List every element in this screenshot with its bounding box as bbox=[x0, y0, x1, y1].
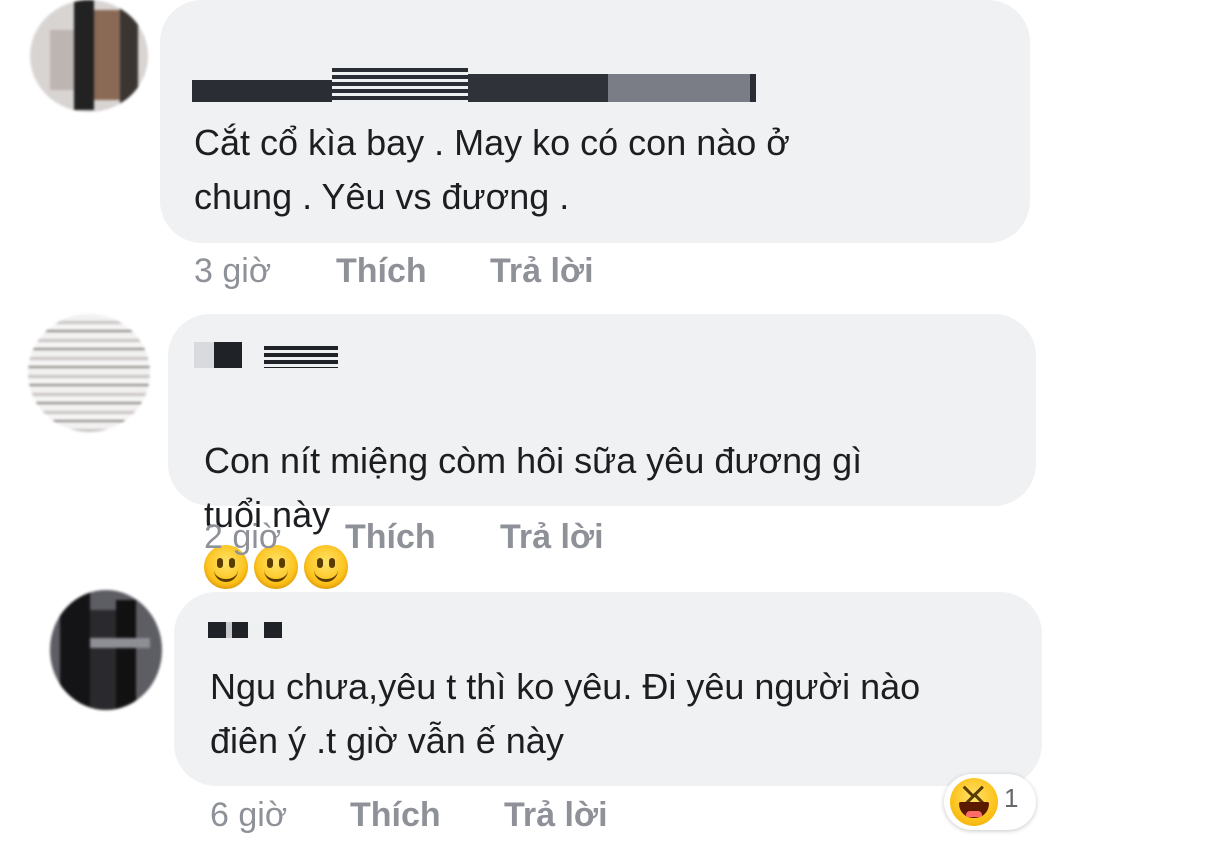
reply-button[interactable]: Trả lời bbox=[500, 518, 604, 557]
comment-time[interactable]: 6 giờ bbox=[210, 796, 287, 835]
avatar[interactable] bbox=[30, 0, 148, 112]
redacted-author-name[interactable] bbox=[208, 622, 282, 638]
comment-text: Ngu chưa,yêu t thì ko yêu. Đi yêu người … bbox=[210, 666, 921, 761]
reply-button[interactable]: Trả lời bbox=[490, 252, 594, 291]
redacted-author-name-part bbox=[468, 74, 608, 102]
comment-bubble: Ngu chưa,yêu t thì ko yêu. Đi yêu người … bbox=[174, 592, 1042, 786]
reply-button[interactable]: Trả lời bbox=[504, 796, 608, 835]
laughing-face-icon bbox=[950, 778, 998, 826]
avatar[interactable] bbox=[50, 590, 162, 710]
comment-time[interactable]: 2 giờ bbox=[204, 518, 281, 557]
comment-text: Con nít miệng còm hôi sữa yêu đương gì t… bbox=[204, 380, 862, 596]
like-button[interactable]: Thích bbox=[345, 518, 436, 557]
like-button[interactable]: Thích bbox=[336, 252, 427, 291]
comment-text: Cắt cổ kìa bay . May ko có con nào ở chu… bbox=[194, 122, 790, 217]
slightly-smiling-face-icon bbox=[304, 545, 348, 589]
redacted-author-name-part bbox=[332, 68, 468, 102]
redacted-author-name-part bbox=[608, 74, 756, 102]
like-button[interactable]: Thích bbox=[350, 796, 441, 835]
redacted-author-name[interactable] bbox=[192, 80, 332, 102]
avatar[interactable] bbox=[28, 314, 150, 432]
reaction-count: 1 bbox=[1004, 783, 1019, 813]
redacted-author-name-part bbox=[264, 346, 338, 368]
comment-time[interactable]: 3 giờ bbox=[194, 252, 271, 291]
reaction-summary[interactable]: 1 bbox=[944, 774, 1036, 830]
redacted-author-name[interactable] bbox=[194, 342, 242, 368]
comment-bubble: Cắt cổ kìa bay . May ko có con nào ở chu… bbox=[160, 0, 1030, 243]
comment-bubble: Con nít miệng còm hôi sữa yêu đương gì t… bbox=[168, 314, 1036, 589]
